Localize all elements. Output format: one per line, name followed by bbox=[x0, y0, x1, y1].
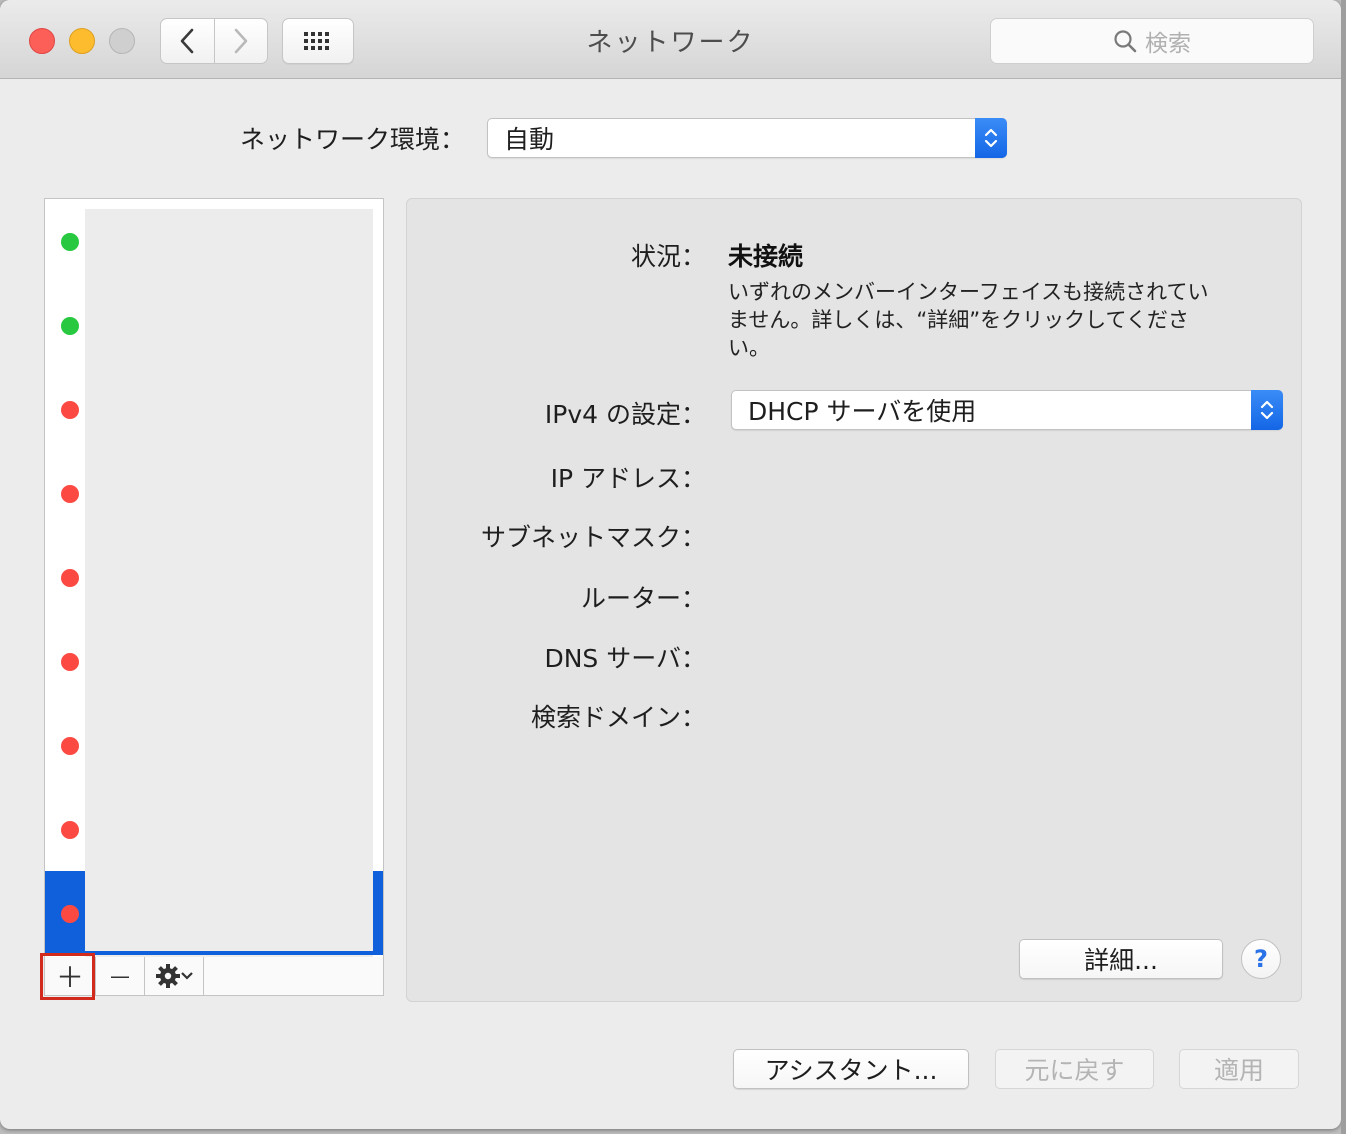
status-dot-icon bbox=[61, 233, 79, 251]
status-value: 未接続 bbox=[728, 242, 804, 271]
service-item[interactable] bbox=[45, 787, 383, 871]
service-item[interactable] bbox=[45, 367, 383, 451]
service-item[interactable] bbox=[45, 535, 383, 619]
ipv4-config-popup[interactable]: DHCP サーバを使用 bbox=[731, 390, 1283, 430]
service-item[interactable] bbox=[45, 619, 383, 703]
service-item[interactable] bbox=[45, 199, 383, 283]
status-dot-icon bbox=[61, 569, 79, 587]
status-dot-icon bbox=[61, 653, 79, 671]
location-value: 自動 bbox=[504, 125, 555, 154]
gear-icon bbox=[156, 964, 180, 988]
chevron-down-icon bbox=[181, 972, 193, 980]
service-list-toolbar: ＋ — bbox=[44, 957, 384, 996]
network-preferences-window: ネットワーク 検索 ネットワーク環境： 自動 ＋ — 状況： 未接続 いずれのメ… bbox=[0, 0, 1341, 1129]
status-description: いずれのメンバーインターフェイスも接続されていません。詳しくは、“詳細”をクリッ… bbox=[728, 280, 1209, 360]
assistant-button[interactable]: アシスタント... bbox=[733, 1049, 969, 1089]
router-label: ルーター： bbox=[580, 584, 706, 613]
remove-service-button[interactable]: — bbox=[96, 957, 145, 995]
status-dot-icon bbox=[61, 821, 79, 839]
back-button[interactable] bbox=[161, 19, 215, 63]
advanced-button[interactable]: 詳細... bbox=[1019, 939, 1223, 979]
status-dot-icon bbox=[61, 485, 79, 503]
action-menu-button[interactable] bbox=[145, 957, 204, 995]
minus-icon: — bbox=[110, 964, 130, 988]
magnifier-icon bbox=[1114, 30, 1137, 53]
apply-button[interactable]: 適用 bbox=[1179, 1049, 1299, 1089]
service-item[interactable] bbox=[45, 703, 383, 787]
service-list bbox=[44, 198, 384, 958]
status-dot-icon bbox=[61, 401, 79, 419]
zoom-window-button[interactable] bbox=[109, 28, 135, 54]
status-dot-icon bbox=[61, 737, 79, 755]
question-mark-icon: ? bbox=[1254, 945, 1268, 973]
search-domain-label: 検索ドメイン： bbox=[530, 703, 706, 732]
location-popup[interactable]: 自動 bbox=[487, 118, 1007, 158]
updown-arrows-icon bbox=[1260, 400, 1274, 420]
forward-button[interactable] bbox=[215, 19, 268, 63]
service-item[interactable] bbox=[45, 283, 383, 367]
location-popup-arrows bbox=[975, 118, 1007, 158]
search-field[interactable]: 検索 bbox=[990, 18, 1314, 64]
updown-arrows-icon bbox=[984, 128, 998, 148]
location-label: ネットワーク環境： bbox=[239, 125, 465, 154]
service-item[interactable] bbox=[45, 451, 383, 535]
ip-address-label: IP アドレス： bbox=[550, 464, 706, 493]
ipv4-popup-arrows bbox=[1251, 390, 1283, 430]
status-label: 状況： bbox=[630, 242, 706, 271]
dns-server-label: DNS サーバ： bbox=[544, 644, 706, 673]
status-dot-icon bbox=[61, 317, 79, 335]
ipv4-label: IPv4 の設定： bbox=[544, 400, 706, 429]
subnet-mask-label: サブネットマスク： bbox=[480, 523, 706, 552]
show-all-button[interactable] bbox=[282, 18, 354, 64]
add-button-highlight bbox=[40, 953, 95, 1000]
chevron-left-icon bbox=[180, 28, 194, 54]
grid-icon bbox=[304, 32, 329, 50]
ipv4-config-value: DHCP サーバを使用 bbox=[748, 397, 977, 426]
navigation-buttons bbox=[160, 18, 268, 64]
revert-button[interactable]: 元に戻す bbox=[995, 1049, 1154, 1089]
titlebar: ネットワーク 検索 bbox=[0, 0, 1341, 79]
minimize-window-button[interactable] bbox=[69, 28, 95, 54]
background-window-edge bbox=[1341, 0, 1346, 1134]
chevron-right-icon bbox=[234, 28, 248, 54]
close-window-button[interactable] bbox=[29, 28, 55, 54]
help-button[interactable]: ? bbox=[1241, 939, 1281, 979]
status-dot-icon bbox=[61, 905, 79, 923]
search-placeholder: 検索 bbox=[1145, 31, 1191, 57]
service-item-selected[interactable] bbox=[45, 871, 383, 955]
